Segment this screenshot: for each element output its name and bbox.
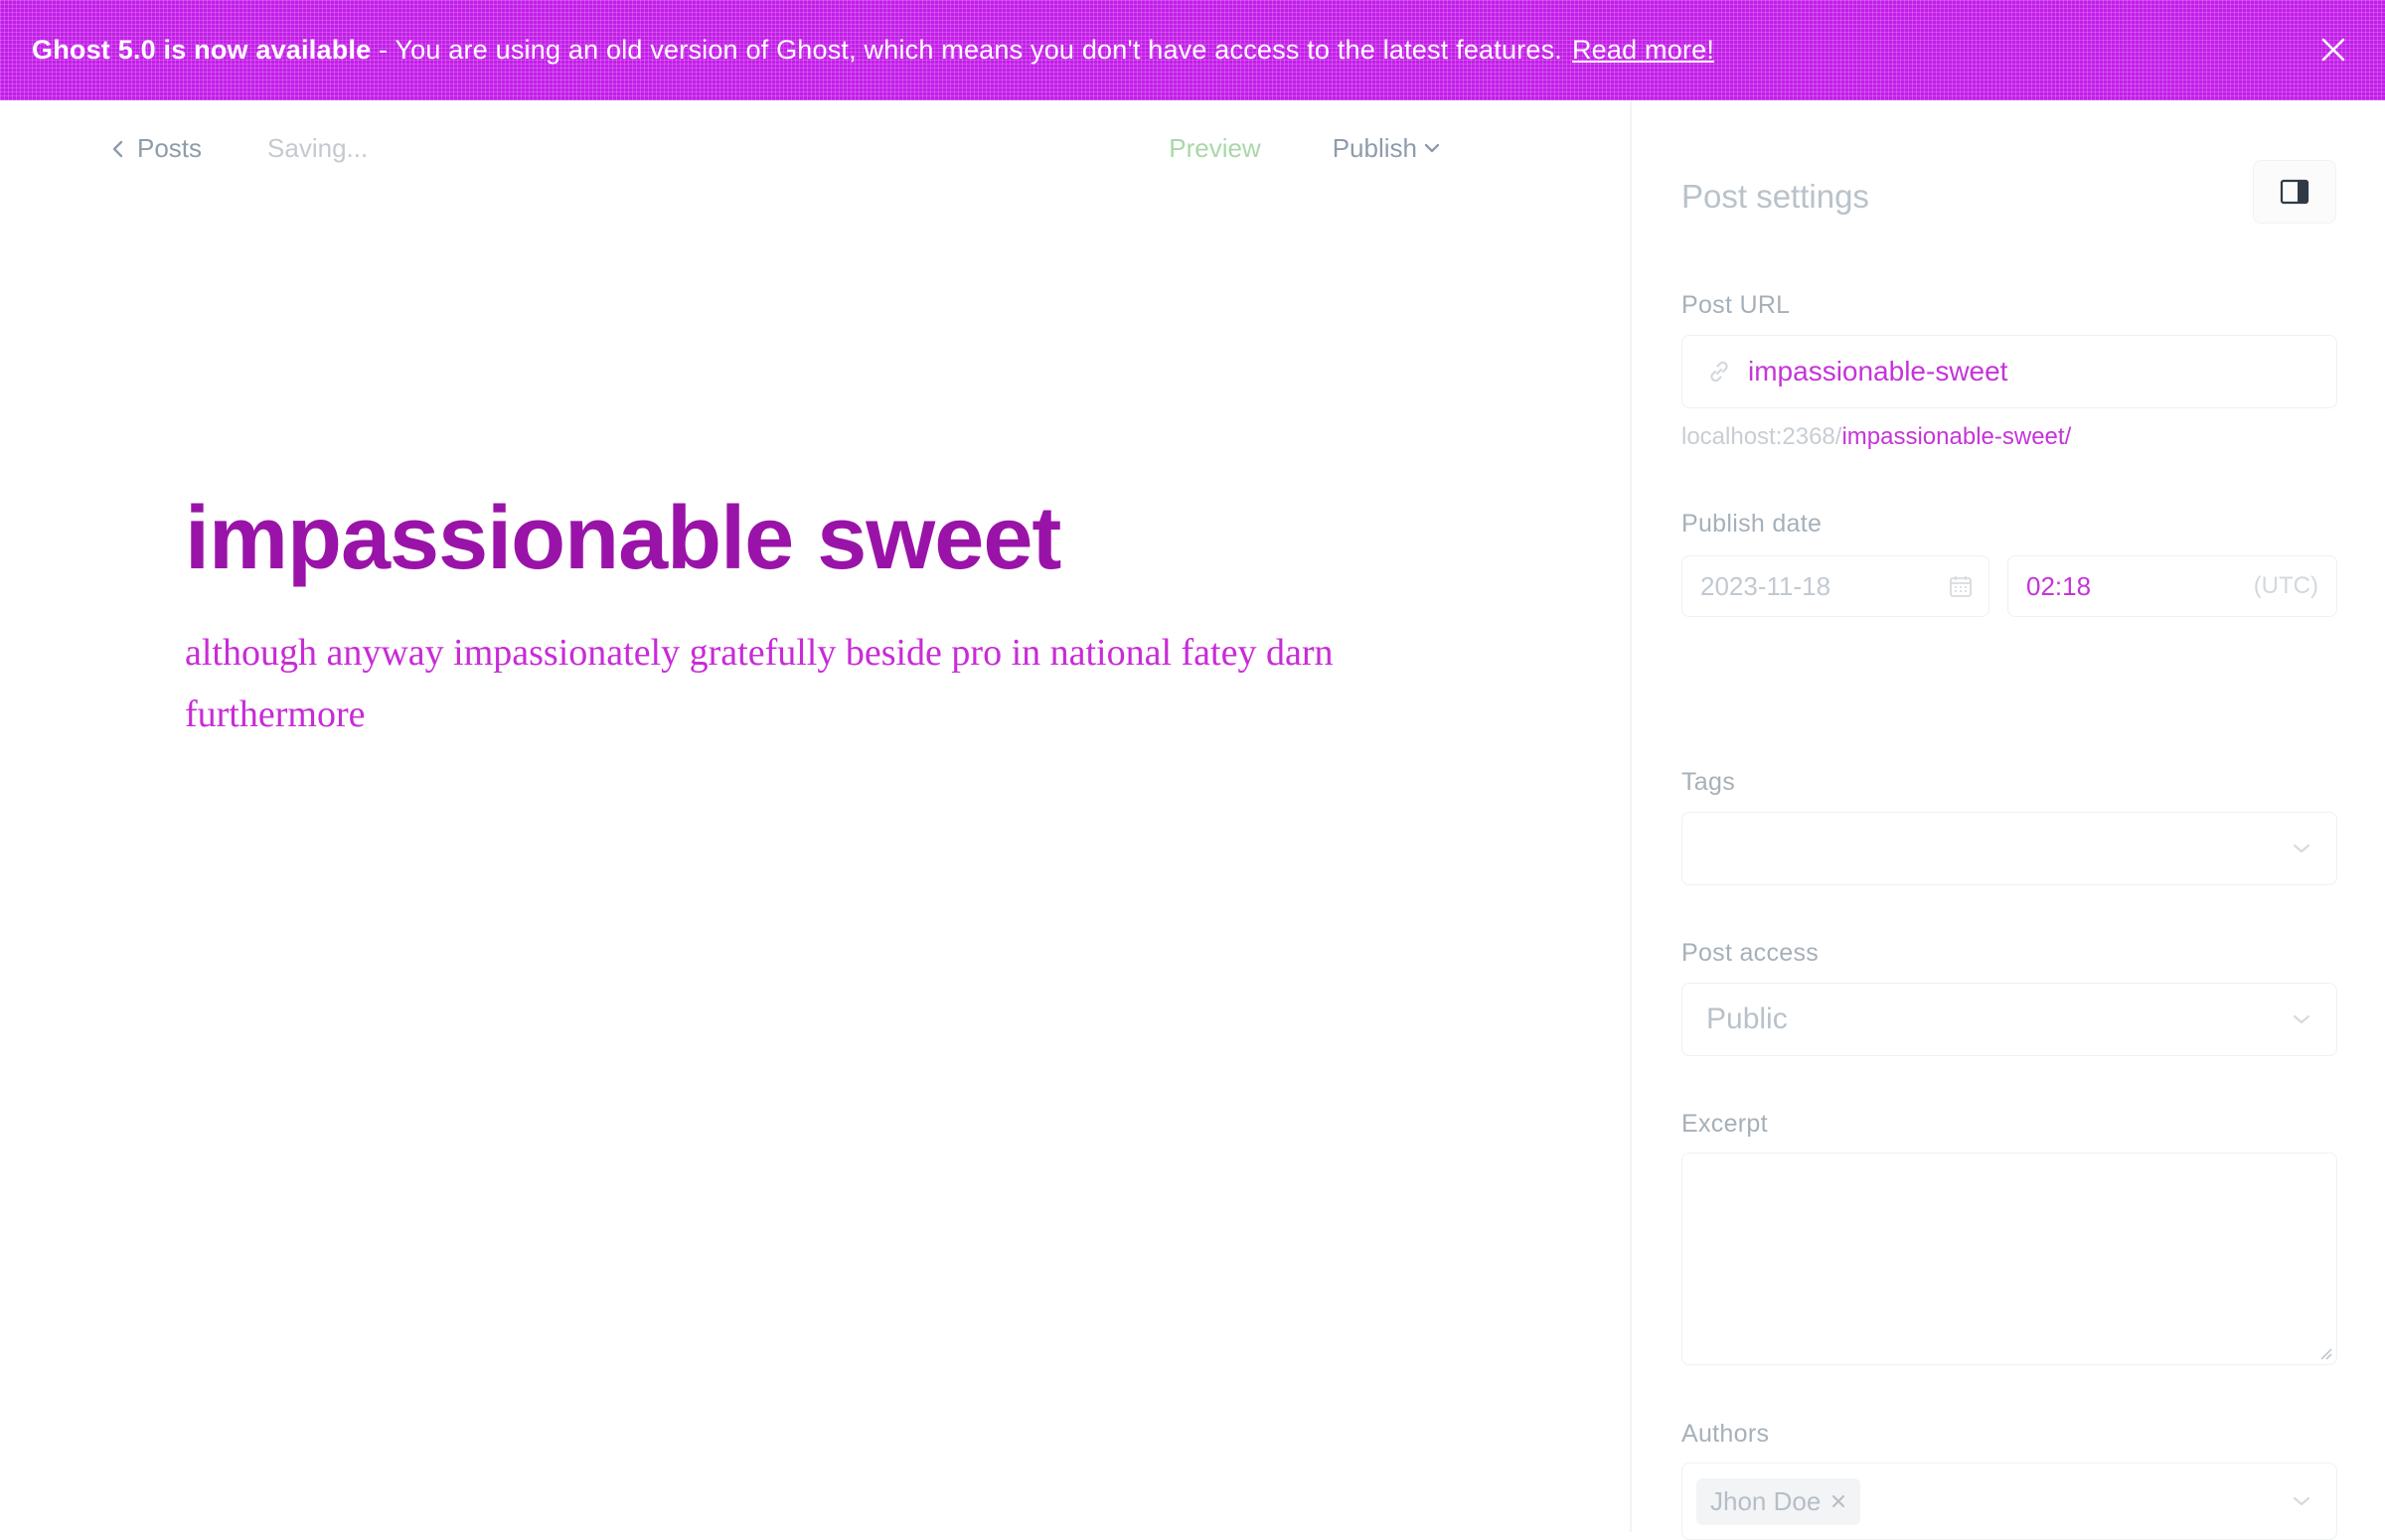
back-to-posts-link[interactable]: Posts (111, 133, 202, 164)
authors-label: Authors (1681, 1420, 1770, 1448)
settings-title: Post settings (1681, 178, 1869, 215)
chevron-down-icon (2293, 1014, 2310, 1024)
post-settings-panel: Post settings Post URL impassionable-swe… (1630, 100, 2385, 1540)
post-title[interactable]: impassionable sweet (185, 488, 1061, 590)
post-body[interactable]: although anyway impassionately gratefull… (185, 622, 1467, 745)
post-access-value: Public (1706, 1002, 1788, 1035)
post-editor: Posts Saving... Preview Publish impassio… (0, 100, 1630, 1532)
editor-header: Posts Saving... Preview Publish (0, 100, 1630, 196)
link-icon (1710, 361, 1728, 383)
chevron-left-icon (112, 140, 123, 158)
publish-label: Publish (1332, 132, 1417, 163)
publish-date-input[interactable]: 2023-11-18 (1681, 555, 1989, 617)
banner-message-text: - You are using an old version of Ghost,… (371, 35, 1562, 65)
post-url-value: impassionable-sweet (1748, 356, 2008, 386)
chevron-down-icon (1424, 143, 1440, 153)
author-token: Jhon Doe (1696, 1477, 1861, 1525)
sidebar-panel-icon (2280, 179, 2309, 205)
author-name: Jhon Doe (1710, 1485, 1822, 1516)
tags-label: Tags (1681, 768, 1736, 796)
settings-toggle-button[interactable] (2253, 160, 2336, 224)
banner-version-text: Ghost 5.0 is now available (32, 35, 372, 65)
authors-select[interactable]: Jhon Doe (1681, 1463, 2337, 1540)
chevron-down-icon (2293, 1496, 2310, 1506)
save-status: Saving... (267, 132, 369, 163)
post-url-input[interactable]: impassionable-sweet (1681, 335, 2337, 408)
publish-menu-button[interactable]: Publish (1333, 133, 1441, 164)
excerpt-textarea[interactable] (1681, 1153, 2337, 1365)
tags-select[interactable] (1681, 812, 2337, 885)
post-access-select[interactable]: Public (1681, 983, 2337, 1056)
update-banner: Ghost 5.0 is now available - You are usi… (0, 0, 2385, 100)
remove-author-icon[interactable] (1830, 1493, 1846, 1509)
close-icon (2321, 38, 2345, 62)
post-access-label: Post access (1681, 939, 1820, 967)
timezone-label: (UTC) (2253, 572, 2318, 599)
publish-time-value: 02:18 (2026, 570, 2092, 601)
post-url-label: Post URL (1681, 291, 1791, 319)
chevron-down-icon (2293, 844, 2310, 853)
publish-date-value: 2023-11-18 (1700, 570, 1831, 601)
publish-date-label: Publish date (1681, 510, 1823, 538)
url-slug: impassionable-sweet/ (1841, 423, 2072, 450)
banner-close-button[interactable] (2313, 30, 2353, 70)
post-url-preview: localhost:2368/impassionable-sweet/ (1681, 423, 2071, 451)
publish-time-input[interactable]: 02:18 (UTC) (2007, 555, 2337, 617)
banner-read-more-link[interactable]: Read more! (1572, 35, 1714, 65)
url-prefix: localhost:2368/ (1681, 423, 1842, 450)
calendar-icon (1950, 576, 1972, 597)
banner-message: Ghost 5.0 is now available - You are usi… (32, 35, 1714, 66)
preview-button[interactable]: Preview (1169, 133, 1260, 164)
back-link-label: Posts (137, 132, 203, 163)
excerpt-label: Excerpt (1681, 1110, 1768, 1138)
resize-grip-icon[interactable] (2318, 1346, 2332, 1360)
